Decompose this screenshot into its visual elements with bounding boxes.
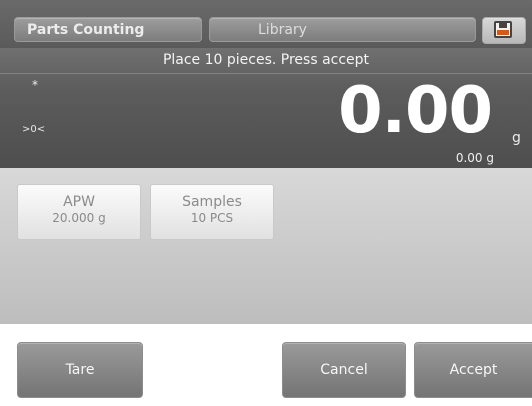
apw-title: APW xyxy=(63,194,95,210)
action-bar: Tare Cancel Accept xyxy=(0,324,532,406)
balance-screen: Parts Counting Library Place 10 pieces. … xyxy=(0,0,532,406)
weight-display: Place 10 pieces. Press accept * >0< 0.00… xyxy=(0,48,532,168)
app-tab-parts-counting[interactable]: Parts Counting xyxy=(14,17,202,42)
save-floppy-icon xyxy=(494,21,512,38)
main-weight-value: 0.00 xyxy=(338,74,493,148)
secondary-weight-value: 0.00 g xyxy=(455,151,494,165)
accept-button[interactable]: Accept xyxy=(414,342,532,398)
top-bar: Parts Counting Library xyxy=(0,0,532,48)
apw-value: 20.000 g xyxy=(52,211,106,225)
stability-indicator: * xyxy=(32,78,38,92)
reference-area: APW 20.000 g Samples 10 PCS xyxy=(0,168,532,324)
samples-button[interactable]: Samples 10 PCS xyxy=(150,184,274,240)
main-weight-unit: g xyxy=(512,130,521,146)
tare-button[interactable]: Tare xyxy=(17,342,143,398)
samples-value: 10 PCS xyxy=(190,211,234,225)
center-of-zero-indicator: >0< xyxy=(22,124,46,135)
save-button[interactable] xyxy=(482,17,526,44)
apw-button[interactable]: APW 20.000 g xyxy=(17,184,141,240)
samples-title: Samples xyxy=(182,194,242,210)
library-tab[interactable]: Library xyxy=(209,17,476,42)
cancel-button[interactable]: Cancel xyxy=(282,342,406,398)
instruction-prompt: Place 10 pieces. Press accept xyxy=(162,52,370,68)
